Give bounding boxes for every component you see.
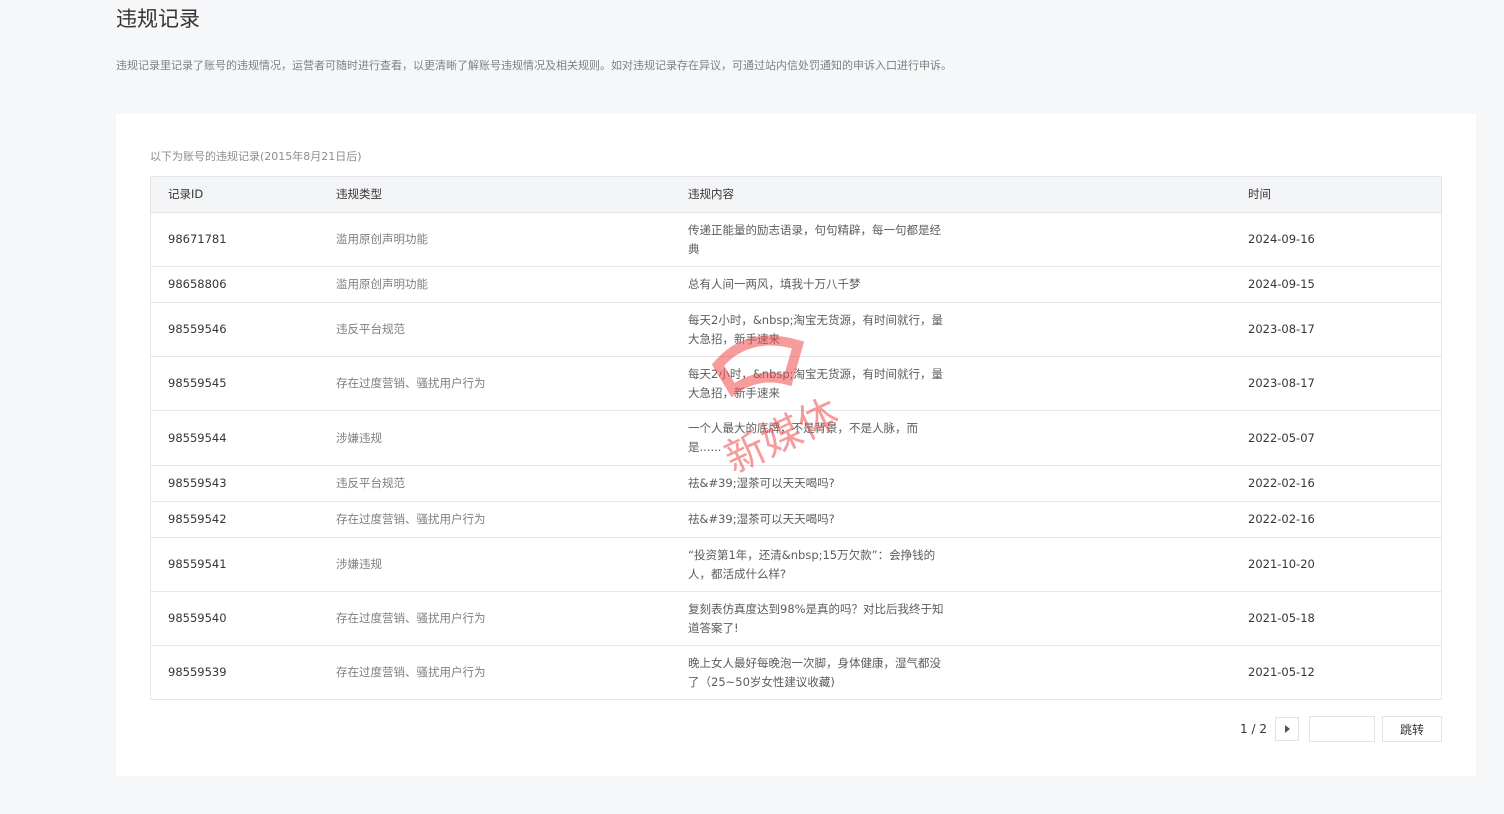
violation-time: 2022-02-16 <box>1248 512 1315 526</box>
violation-content: 每天2小时，&nbsp;淘宝无货源，有时间就行，量大急招，新手速来 <box>688 312 944 346</box>
table-body: 98671781 滥用原创声明功能 传递正能量的励志语录，句句精辟，每一句都是经典 2… <box>151 212 1441 699</box>
violation-content: 总有人间一两风，填我十万八千梦 <box>688 277 861 291</box>
jump-button[interactable]: 跳转 <box>1382 716 1442 742</box>
violation-time: 2023-08-17 <box>1248 376 1315 390</box>
table-row: 98559540 存在过度营销、骚扰用户行为 复刻表仿真度达到98%是真的吗？对比后… <box>151 591 1441 645</box>
table-row: 98559539 存在过度营销、骚扰用户行为 晚上女人最好每晚泡一次脚，身体健康，湿… <box>151 645 1441 699</box>
page-jump-input[interactable] <box>1309 716 1375 742</box>
table-header-row: 记录ID 违规类型 违规内容 时间 <box>151 177 1441 212</box>
record-id: 98559543 <box>168 476 227 490</box>
table-row: 98559544 涉嫌违规 一个人最大的底牌，不是背景，不是人脉，而是...... 2… <box>151 410 1441 465</box>
violation-type: 涉嫌违规 <box>336 430 382 445</box>
violation-time: 2021-05-18 <box>1248 611 1315 625</box>
violation-content-cell: 总有人间一两风，填我十万八千梦 <box>671 275 1231 294</box>
table-row: 98559542 存在过度营销、骚扰用户行为 祛&#39;湿茶可以天天喝吗? 2022… <box>151 501 1441 537</box>
table-row: 98671781 滥用原创声明功能 传递正能量的励志语录，句句精辟，每一句都是经典 2… <box>151 212 1441 266</box>
table-caption: 以下为账号的违规记录(2015年8月21日后) <box>150 150 362 163</box>
record-id: 98559542 <box>168 512 227 526</box>
violation-content-cell: 晚上女人最好每晚泡一次脚，身体健康，湿气都没了（25~50岁女性建议收藏) <box>671 654 1231 692</box>
record-id: 98559541 <box>168 557 227 571</box>
page-indicator: 1 / 2 <box>1240 722 1267 736</box>
violation-content-cell: 传递正能量的励志语录，句句精辟，每一句都是经典 <box>671 221 1231 259</box>
violation-type: 存在过度营销、骚扰用户行为 <box>336 611 486 625</box>
violation-content: 传递正能量的励志语录，句句精辟，每一句都是经典 <box>688 222 941 256</box>
violation-type: 违反平台规范 <box>336 322 405 336</box>
record-id: 98671781 <box>168 232 227 246</box>
violation-content-cell: 一个人最大的底牌，不是背景，不是人脉，而是...... <box>671 419 1231 457</box>
violation-type: 违反平台规范 <box>336 476 405 490</box>
table-row: 98559545 存在过度营销、骚扰用户行为 每天2小时，&nbsp;淘宝无货源，有… <box>151 356 1441 410</box>
violation-content: 每天2小时，&nbsp;淘宝无货源，有时间就行，量大急招，新手速来 <box>688 366 944 400</box>
violation-content: 祛&#39;湿茶可以天天喝吗? <box>688 512 835 526</box>
violation-content: 复刻表仿真度达到98%是真的吗？对比后我终于知道答案了! <box>688 601 944 635</box>
table-row: 98658806 滥用原创声明功能 总有人间一两风，填我十万八千梦 2024-09-1… <box>151 266 1441 302</box>
violation-time: 2023-08-17 <box>1248 322 1315 336</box>
violation-type: 存在过度营销、骚扰用户行为 <box>336 512 486 526</box>
record-id: 98559545 <box>168 376 227 390</box>
violation-content: 晚上女人最好每晚泡一次脚，身体健康，湿气都没了（25~50岁女性建议收藏) <box>688 655 941 689</box>
record-id: 98559539 <box>168 665 227 679</box>
column-header-time: 时间 <box>1248 187 1271 201</box>
pagination: 1 / 2 跳转 <box>1240 716 1442 742</box>
violation-content-cell: 每天2小时，&nbsp;淘宝无货源，有时间就行，量大急招，新手速来 <box>671 311 1231 349</box>
violation-time: 2021-05-12 <box>1248 665 1315 679</box>
violation-time: 2022-02-16 <box>1248 476 1315 490</box>
table-row: 98559546 违反平台规范 每天2小时，&nbsp;淘宝无货源，有时间就行，量大… <box>151 302 1441 356</box>
column-header-content: 违规内容 <box>688 187 734 201</box>
records-card: 以下为账号的违规记录(2015年8月21日后) 记录ID 违规类型 违规内容 时… <box>116 114 1476 776</box>
record-id: 98559540 <box>168 611 227 625</box>
violation-content: “投资第1年，还清&nbsp;15万欠款”：会挣钱的人，都活成什么样? <box>688 547 936 581</box>
violation-type: 涉嫌违规 <box>336 557 382 571</box>
record-id: 98559544 <box>168 430 227 445</box>
page-title: 违规记录 <box>116 7 200 31</box>
page-description: 违规记录里记录了账号的违规情况，运营者可随时进行查看，以更清晰了解账号违规情况及… <box>116 59 952 72</box>
violation-time: 2024-09-15 <box>1248 277 1315 291</box>
violation-content-cell: “投资第1年，还清&nbsp;15万欠款”：会挣钱的人，都活成什么样? <box>671 546 1231 584</box>
chevron-right-icon <box>1284 725 1290 733</box>
column-header-id: 记录ID <box>168 187 204 201</box>
table-row: 98559543 违反平台规范 祛&#39;湿茶可以天天喝吗? 2022-02-16 <box>151 465 1441 501</box>
violation-type: 存在过度营销、骚扰用户行为 <box>336 665 486 679</box>
violation-time: 2022-05-07 <box>1248 430 1315 445</box>
violation-time: 2024-09-16 <box>1248 232 1315 246</box>
violation-time: 2021-10-20 <box>1248 557 1315 571</box>
record-id: 98559546 <box>168 322 227 336</box>
violation-type: 滥用原创声明功能 <box>336 232 428 246</box>
violation-content: 一个人最大的底牌，不是背景，不是人脉，而是...... <box>688 421 918 454</box>
record-id: 98658806 <box>168 277 227 291</box>
next-page-button[interactable] <box>1275 717 1299 741</box>
violation-content-cell: 祛&#39;湿茶可以天天喝吗? <box>671 474 1231 493</box>
violation-type: 存在过度营销、骚扰用户行为 <box>336 376 486 390</box>
violation-content: 祛&#39;湿茶可以天天喝吗? <box>688 476 835 490</box>
violation-content-cell: 祛&#39;湿茶可以天天喝吗? <box>671 510 1231 529</box>
violation-content-cell: 复刻表仿真度达到98%是真的吗？对比后我终于知道答案了! <box>671 600 1231 638</box>
violation-table: 记录ID 违规类型 违规内容 时间 98671781 滥用原创声明功能 传递正能量的… <box>150 176 1442 700</box>
page: 违规记录 违规记录里记录了账号的违规情况，运营者可随时进行查看，以更清晰了解账号… <box>0 0 1504 814</box>
table-row: 98559541 涉嫌违规 “投资第1年，还清&nbsp;15万欠款”：会挣钱的人，… <box>151 537 1441 591</box>
violation-type: 滥用原创声明功能 <box>336 277 428 291</box>
column-header-type: 违规类型 <box>336 187 382 201</box>
violation-content-cell: 每天2小时，&nbsp;淘宝无货源，有时间就行，量大急招，新手速来 <box>671 365 1231 403</box>
